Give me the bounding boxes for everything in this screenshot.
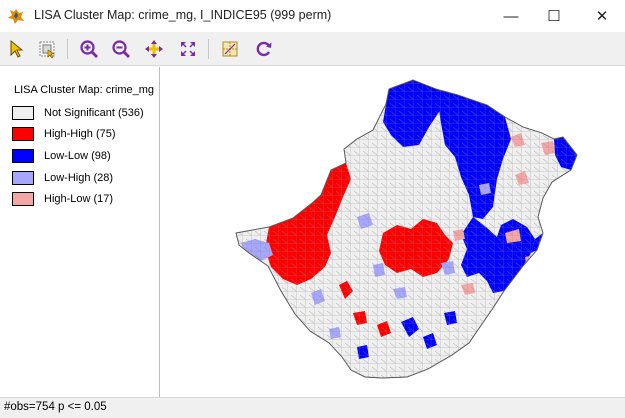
refresh-button[interactable] — [252, 37, 276, 61]
minimize-button[interactable]: — — [488, 0, 534, 32]
legend-label: High-High (75) — [44, 128, 116, 140]
close-button[interactable]: ✕ — [579, 0, 625, 32]
status-bar: #obs=754 p <= 0.05 — [0, 397, 625, 418]
refresh-icon — [256, 41, 272, 57]
legend-label: Not Significant (536) — [44, 107, 144, 119]
zoom-in-icon — [80, 40, 98, 58]
legend-label: Low-High (28) — [44, 172, 114, 184]
map-layers-icon — [222, 41, 238, 57]
toolbar-separator — [67, 39, 68, 59]
legend-swatch — [12, 171, 34, 185]
legend-title: LISA Cluster Map: crime_mg — [14, 84, 154, 96]
pan-icon — [145, 40, 163, 58]
title-bar: LISA Cluster Map: crime_mg, I_INDICE95 (… — [0, 0, 625, 32]
maximize-button[interactable]: ☐ — [531, 0, 577, 32]
legend-item-high-low[interactable]: High-Low (17) — [12, 191, 113, 207]
legend-swatch — [12, 192, 34, 206]
fit-to-window-button[interactable] — [176, 37, 200, 61]
geoda-icon — [8, 9, 24, 24]
choropleth-map[interactable] — [161, 67, 625, 397]
zoom-out-icon — [112, 40, 130, 58]
legend-item-high-high[interactable]: High-High (75) — [12, 126, 116, 142]
zoom-in-button[interactable] — [77, 37, 101, 61]
legend-item-low-low[interactable]: Low-Low (98) — [12, 148, 111, 164]
legend-label: Low-Low (98) — [44, 150, 111, 162]
legend-swatch — [12, 106, 34, 120]
toolbar — [0, 32, 625, 66]
select-region-button[interactable] — [35, 37, 59, 61]
pan-button[interactable] — [142, 37, 166, 61]
map-canvas[interactable] — [161, 67, 625, 397]
select-pointer-button[interactable] — [5, 37, 29, 61]
window-title: LISA Cluster Map: crime_mg, I_INDICE95 (… — [34, 8, 332, 22]
map-layers-button[interactable] — [218, 37, 242, 61]
select-region-icon — [39, 41, 55, 59]
legend-item-not-significant[interactable]: Not Significant (536) — [12, 105, 144, 121]
zoom-out-button[interactable] — [109, 37, 133, 61]
municipality-boundaries — [236, 80, 577, 378]
select-pointer-icon — [10, 39, 24, 58]
legend-label: High-Low (17) — [44, 193, 114, 205]
legend-item-low-high[interactable]: Low-High (28) — [12, 170, 113, 186]
legend-swatch — [12, 127, 34, 141]
legend-panel: LISA Cluster Map: crime_mg Not Significa… — [0, 67, 160, 397]
toolbar-separator — [208, 39, 209, 59]
fit-to-window-icon — [181, 42, 195, 56]
status-text: #obs=754 p <= 0.05 — [4, 401, 107, 413]
legend-swatch — [12, 149, 34, 163]
